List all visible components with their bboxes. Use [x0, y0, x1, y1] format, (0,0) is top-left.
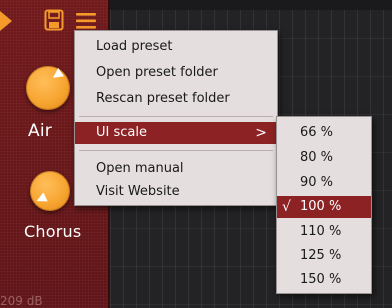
menu-item-rescan-preset-folder[interactable]: Rescan preset folder — [75, 88, 277, 110]
submenu-item-label: 90 % — [300, 175, 334, 190]
menu-item-label: Open preset folder — [96, 65, 218, 80]
knob-pointer-icon — [34, 192, 48, 206]
menu-item-label: Open manual — [96, 161, 184, 176]
menu-item-open-manual[interactable]: Open manual — [75, 158, 277, 180]
menu-item-ui-scale[interactable]: UI scale > — [75, 122, 277, 144]
submenu-item-125[interactable]: 125 % — [277, 245, 371, 267]
menu-item-visit-website[interactable]: Visit Website — [75, 181, 277, 203]
submenu-item-label: 80 % — [300, 150, 334, 165]
submenu-item-150[interactable]: 150 % — [277, 269, 371, 291]
air-knob[interactable] — [26, 66, 70, 110]
menu-item-load-preset[interactable]: Load preset — [75, 36, 277, 58]
menu-item-label: UI scale — [96, 125, 147, 140]
chorus-knob-label: Chorus — [24, 222, 82, 241]
submenu-item-label: 66 % — [300, 125, 334, 140]
menu-item-open-preset-folder[interactable]: Open preset folder — [75, 62, 277, 84]
submenu-item-label: 100 % — [300, 199, 342, 214]
submenu-item-80[interactable]: 80 % — [277, 147, 371, 169]
submenu-item-label: 125 % — [300, 248, 342, 263]
submenu-item-90[interactable]: 90 % — [277, 172, 371, 194]
submenu-item-label: 150 % — [300, 272, 342, 287]
chevron-right-icon: > — [255, 125, 267, 141]
hamburger-menu-icon[interactable] — [74, 10, 98, 32]
menu-item-label: Load preset — [96, 39, 173, 54]
top-bar — [110, 0, 392, 10]
air-knob-label: Air — [28, 121, 52, 141]
knob-pointer-icon — [50, 68, 64, 82]
menu-separator — [79, 116, 273, 117]
submenu-item-100[interactable]: √ 100 % — [277, 196, 371, 218]
play-icon[interactable] — [0, 11, 12, 31]
chorus-knob[interactable] — [30, 171, 70, 211]
submenu-item-66[interactable]: 66 % — [277, 122, 371, 144]
submenu-item-label: 110 % — [300, 224, 342, 239]
ui-scale-submenu: 66 % 80 % 90 % √ 100 % 110 % 125 % 150 % — [276, 116, 372, 294]
save-icon[interactable] — [44, 9, 64, 31]
context-menu: Load preset Open preset folder Rescan pr… — [74, 30, 278, 206]
menu-item-label: Visit Website — [96, 184, 180, 199]
menu-separator — [79, 150, 273, 151]
checkmark-icon: √ — [282, 199, 291, 215]
submenu-item-110[interactable]: 110 % — [277, 221, 371, 243]
menu-item-label: Rescan preset folder — [96, 91, 230, 106]
bottom-readout: 209 dB — [0, 294, 43, 308]
